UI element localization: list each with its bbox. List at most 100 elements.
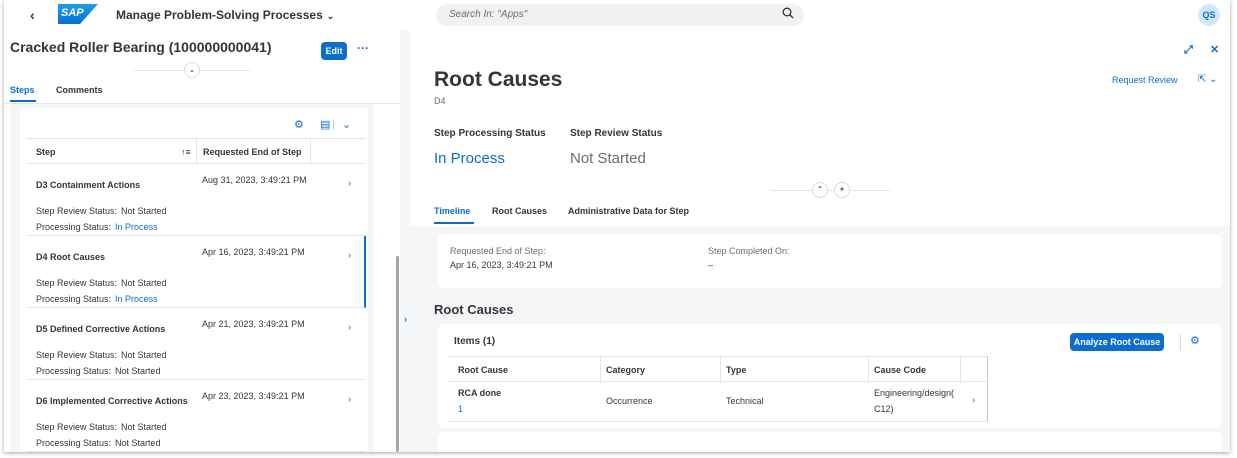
share-icon[interactable]: ⇱ ⌄ (1198, 74, 1218, 85)
column-header-requested-end[interactable]: Requested End of Step (203, 147, 302, 157)
column-divider (196, 139, 197, 165)
type-value: Technical (726, 396, 764, 406)
review-status: Step Review Status: Not Started (36, 350, 167, 360)
root-cause-id-link[interactable]: 1 (458, 404, 463, 414)
scrollbar[interactable] (396, 256, 399, 452)
step-date: Apr 21, 2023, 3:49:21 PM (202, 319, 305, 329)
more-icon[interactable]: ··· (357, 41, 369, 55)
step-name: D6 Implemented Corrective Actions (36, 396, 188, 406)
processing-status: Processing Status: In Process (36, 222, 158, 232)
root-cause-name: RCA done (458, 388, 502, 398)
table-row-selected[interactable]: D4 Root Causes Apr 16, 2023, 3:49:21 PM … (26, 236, 366, 308)
step-date: Apr 23, 2023, 3:49:21 PM (202, 391, 305, 401)
step-review-value: Not Started (570, 150, 646, 167)
processing-status: Processing Status: Not Started (36, 438, 161, 448)
steps-scroll-area: ⚙ ▤ | ⌄ Step ↑≡ Requested End of Step D3… (10, 104, 374, 452)
object-title: Cracked Roller Bearing (100000000041) (10, 39, 272, 55)
column-header-category[interactable]: Category (606, 365, 645, 375)
collapse-header-icon[interactable]: ⌃ (812, 182, 828, 198)
table-row[interactable]: RCA done 1 Occurrence Technical Engineer… (448, 382, 988, 422)
app-window: ‹ SAP Manage Problem-Solving Processes ⌄ … (4, 0, 1230, 452)
chevron-right-icon[interactable]: › (348, 178, 351, 189)
chevron-down-icon[interactable]: ⌄ (342, 118, 351, 131)
app-title: Manage Problem-Solving Processes (116, 8, 323, 22)
column-divider (868, 357, 869, 383)
table-row[interactable]: D5 Defined Corrective Actions Apr 21, 20… (26, 308, 366, 380)
sort-icon[interactable]: ↑≡ (181, 147, 191, 157)
tab-root-causes[interactable]: Root Causes (492, 206, 547, 216)
review-status: Step Review Status: Not Started (36, 278, 167, 288)
table-row[interactable]: D6 Implemented Corrective Actions Apr 23… (26, 380, 366, 452)
items-card: Items (1) Analyze Root Cause ⚙ Root Caus… (438, 324, 1222, 428)
column-header-root-cause[interactable]: Root Cause (458, 365, 508, 375)
header-divider (770, 190, 890, 191)
table-header: Step ↑≡ Requested End of Step (26, 138, 366, 165)
processing-status: Processing Status: Not Started (36, 366, 161, 376)
table-row[interactable]: D3 Containment Actions Aug 31, 2023, 3:4… (26, 164, 366, 236)
search-placeholder: Search In: "Apps" (449, 9, 528, 20)
step-completed-label: Step Completed On: (708, 246, 790, 256)
app-title-menu[interactable]: Manage Problem-Solving Processes ⌄ (116, 8, 334, 22)
column-divider (720, 357, 721, 383)
tab-timeline[interactable]: Timeline (434, 206, 470, 216)
root-causes-table: Root Cause Category Type Cause Code RCA … (448, 356, 1216, 422)
column-divider (960, 357, 961, 383)
chevron-right-icon[interactable]: › (348, 394, 351, 405)
section-title: Root Causes (434, 302, 514, 317)
cause-code-value: Engineering/design( (874, 388, 955, 398)
tab-steps[interactable]: Steps (10, 85, 35, 95)
column-header-cause-code[interactable]: Cause Code (874, 365, 926, 375)
detail-header: ⤢ ✕ Root Causes D4 Request Review ⇱ ⌄ St… (410, 30, 1230, 226)
page-title: Root Causes (434, 68, 563, 91)
tab-indicator (434, 222, 474, 224)
search-icon[interactable] (782, 7, 794, 19)
review-status: Step Review Status: Not Started (36, 206, 167, 216)
table-header: Root Cause Category Type Cause Code (448, 356, 988, 383)
tab-comments[interactable]: Comments (56, 85, 103, 95)
expand-header-icon[interactable]: ⌄ (184, 62, 200, 78)
review-status: Step Review Status: Not Started (36, 422, 167, 432)
requested-end-label: Requested End of Step: (450, 246, 546, 256)
step-processing-label: Step Processing Status (434, 128, 546, 139)
chevron-right-icon[interactable]: › (348, 250, 351, 261)
shell-bar: ‹ SAP Manage Problem-Solving Processes ⌄ … (4, 0, 1230, 30)
tab-indicator (10, 100, 36, 102)
avatar[interactable]: QS (1198, 4, 1220, 26)
column-header-type[interactable]: Type (726, 365, 746, 375)
items-title: Items (1) (454, 336, 496, 347)
requested-end-value: Apr 16, 2023, 3:49:21 PM (450, 260, 553, 270)
left-panel: Cracked Roller Bearing (100000000041) Ed… (4, 30, 400, 452)
chevron-down-icon: ⌄ (326, 11, 335, 21)
timeline-card: Requested End of Step: Apr 16, 2023, 3:4… (438, 234, 1222, 288)
sap-logo[interactable]: SAP (58, 4, 98, 24)
processing-status: Processing Status: In Process (36, 294, 158, 304)
cause-code-value-cont: C12) (874, 404, 894, 414)
chevron-right-icon[interactable]: › (348, 322, 351, 333)
settings-gear-icon[interactable]: ⚙ (294, 118, 304, 131)
fullscreen-icon[interactable]: ⤢ (1184, 44, 1193, 57)
column-header-step[interactable]: Step (36, 147, 56, 157)
step-processing-value: In Process (434, 150, 505, 167)
expand-right-icon[interactable]: › (404, 314, 407, 324)
step-review-label: Step Review Status (570, 128, 663, 139)
tab-administrative-data[interactable]: Administrative Data for Step (568, 206, 689, 216)
close-icon[interactable]: ✕ (1210, 43, 1219, 56)
pin-icon[interactable]: ✦ (834, 182, 850, 198)
request-review-button[interactable]: Request Review (1112, 75, 1178, 85)
step-date: Aug 31, 2023, 3:49:21 PM (202, 175, 307, 185)
category-value: Occurrence (606, 396, 653, 406)
back-button[interactable]: ‹ (30, 7, 35, 23)
settings-gear-icon[interactable]: ⚙ (1190, 334, 1200, 347)
steps-table-card: ⚙ ▤ | ⌄ Step ↑≡ Requested End of Step D3… (20, 108, 368, 452)
step-name: D3 Containment Actions (36, 180, 141, 190)
analyze-root-cause-button[interactable]: Analyze Root Cause (1070, 333, 1164, 351)
page-subtitle: D4 (434, 96, 446, 106)
step-completed-value: – (708, 260, 714, 270)
search-field[interactable]: Search In: "Apps" (436, 4, 804, 26)
export-icon[interactable]: ▤ (320, 118, 330, 131)
layout-splitter[interactable] (400, 30, 410, 452)
edit-button[interactable]: Edit (321, 42, 347, 60)
chevron-right-icon[interactable]: › (972, 395, 975, 406)
step-date: Apr 16, 2023, 3:49:21 PM (202, 247, 305, 257)
column-divider (310, 139, 311, 165)
